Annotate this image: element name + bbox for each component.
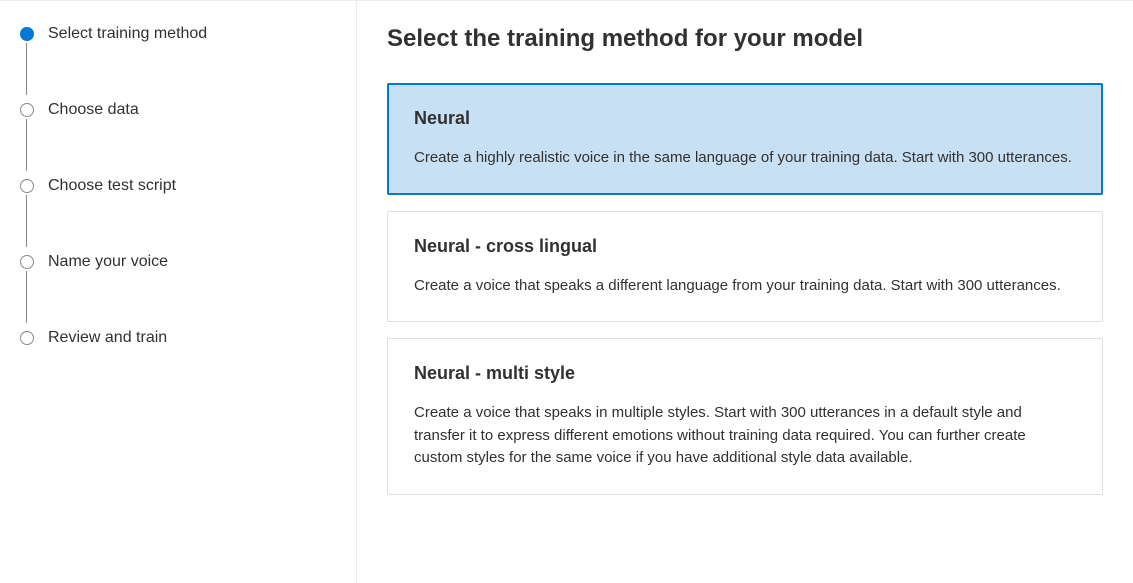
option-title: Neural - multi style	[414, 363, 1076, 384]
step-label: Review and train	[48, 329, 167, 347]
option-title: Neural - cross lingual	[414, 236, 1076, 257]
wizard-step-review-and-train[interactable]: Review and train	[20, 329, 336, 347]
wizard-steps-sidebar: Select training method Choose data Choos…	[0, 1, 357, 583]
step-label: Choose test script	[48, 177, 176, 195]
step-indicator-inactive-icon	[20, 103, 34, 117]
wizard-step-select-training-method[interactable]: Select training method	[20, 25, 336, 43]
step-indicator-active-icon	[20, 27, 34, 41]
wizard-step-name-your-voice[interactable]: Name your voice	[20, 253, 336, 271]
page-container: Select training method Choose data Choos…	[0, 0, 1133, 583]
step-label: Select training method	[48, 25, 207, 43]
wizard-step-choose-test-script[interactable]: Choose test script	[20, 177, 336, 195]
step-label: Choose data	[48, 101, 139, 119]
step-connector-icon	[26, 119, 27, 171]
option-description: Create a highly realistic voice in the s…	[414, 147, 1076, 170]
step-connector-icon	[26, 43, 27, 95]
training-method-option-neural-multi-style[interactable]: Neural - multi style Create a voice that…	[387, 338, 1103, 495]
step-label: Name your voice	[48, 253, 168, 271]
step-connector-icon	[26, 271, 27, 323]
wizard-step-list: Select training method Choose data Choos…	[20, 25, 336, 347]
step-indicator-inactive-icon	[20, 179, 34, 193]
training-method-option-neural[interactable]: Neural Create a highly realistic voice i…	[387, 83, 1103, 195]
wizard-step-choose-data[interactable]: Choose data	[20, 101, 336, 119]
page-title: Select the training method for your mode…	[387, 25, 1103, 53]
option-description: Create a voice that speaks a different l…	[414, 275, 1076, 298]
step-indicator-inactive-icon	[20, 255, 34, 269]
option-description: Create a voice that speaks in multiple s…	[414, 402, 1076, 470]
main-content: Select the training method for your mode…	[357, 1, 1133, 583]
step-connector-icon	[26, 195, 27, 247]
step-indicator-inactive-icon	[20, 331, 34, 345]
option-title: Neural	[414, 108, 1076, 129]
training-method-option-neural-cross-lingual[interactable]: Neural - cross lingual Create a voice th…	[387, 211, 1103, 323]
